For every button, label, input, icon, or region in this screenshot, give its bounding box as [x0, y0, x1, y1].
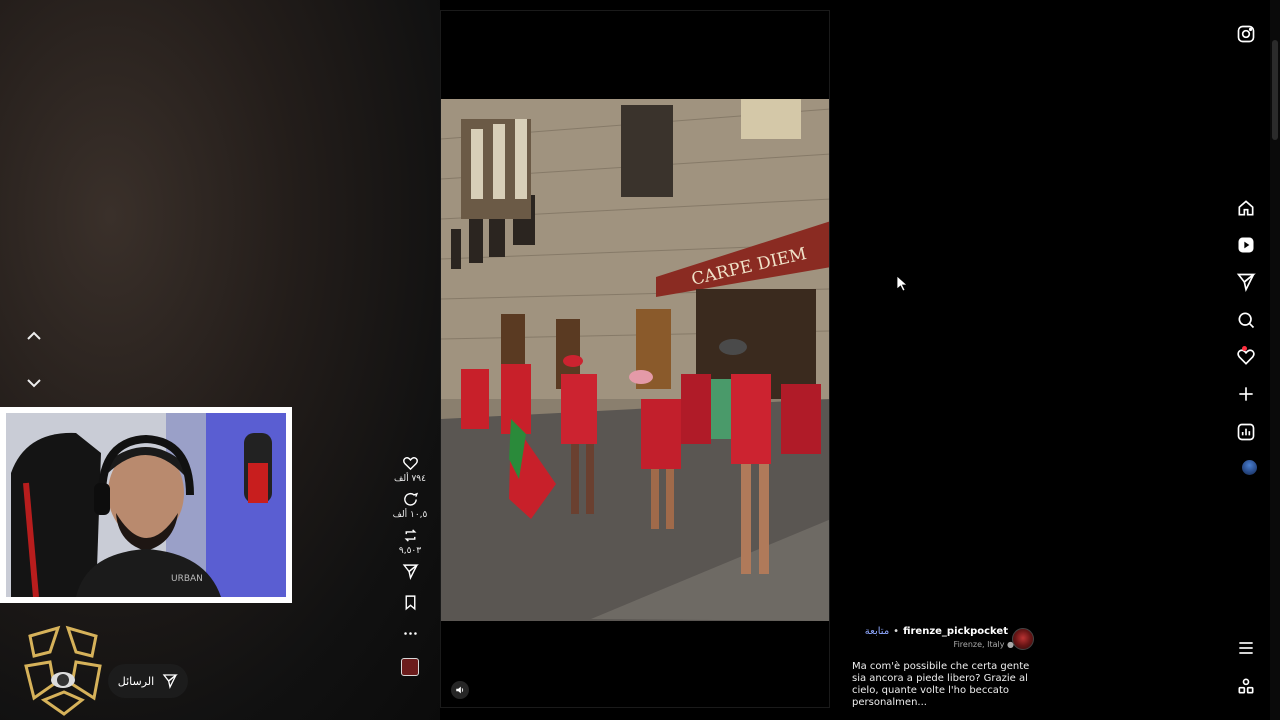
author-location[interactable]: Firenze, Italy ●	[852, 640, 1014, 649]
messages-button[interactable]: الرسائل	[108, 664, 188, 698]
left-backdrop	[0, 0, 440, 720]
audio-button[interactable]	[390, 658, 430, 676]
sidebar-item-messages[interactable]	[1236, 272, 1256, 292]
heart-icon	[402, 457, 418, 471]
streamer-illustration: URBAN	[6, 413, 286, 597]
video-frame: CARPE DIEM	[441, 99, 829, 621]
reel-video[interactable]: CARPE DIEM	[440, 10, 830, 708]
webcam-overlay: URBAN	[0, 407, 292, 603]
reel-actions: ٧٩٤ ألف ١٠,٥ ألف ٩,٥٠٣	[390, 455, 430, 683]
previous-reel-button[interactable]	[22, 324, 46, 348]
sidebar-item-notifications[interactable]	[1236, 346, 1256, 367]
street-scene: CARPE DIEM	[441, 99, 829, 621]
location-label: Firenze, Italy	[953, 640, 1005, 649]
instagram-icon	[1237, 25, 1255, 43]
menu-icon	[1239, 642, 1253, 654]
send-icon	[1236, 273, 1256, 292]
author-username[interactable]: firenze_pickpocket	[903, 626, 1008, 637]
scrollbar-thumb[interactable]	[1272, 40, 1278, 140]
save-button[interactable]	[390, 594, 430, 611]
send-icon	[402, 564, 419, 580]
sidebar-item-dashboard[interactable]	[1236, 422, 1256, 442]
like-count: ٧٩٤ ألف	[394, 474, 426, 484]
mute-button[interactable]	[451, 681, 469, 699]
page-scrollbar[interactable]	[1270, 0, 1280, 720]
ellipsis-icon	[403, 632, 417, 635]
notification-dot	[1242, 346, 1247, 351]
repost-button[interactable]: ٩,٥٠٣	[390, 527, 430, 556]
comment-icon	[403, 492, 418, 506]
right-sidebar	[1232, 0, 1260, 720]
caption-text[interactable]: Ma com'è possibile che certa gente sia a…	[852, 661, 1037, 709]
chevron-up-icon	[27, 331, 41, 340]
reel-caption: متابعة • firenze_pickpocket Firenze, Ita…	[852, 626, 1042, 709]
sidebar-item-also-from-meta[interactable]	[1236, 676, 1256, 696]
reels-icon	[1238, 237, 1254, 253]
search-icon	[1238, 312, 1255, 329]
comment-button[interactable]: ١٠,٥ ألف	[390, 491, 430, 520]
sidebar-item-search[interactable]	[1236, 310, 1256, 330]
speaker-icon	[456, 686, 464, 694]
webcam-feed: URBAN	[6, 413, 286, 597]
sidebar-item-home[interactable]	[1236, 198, 1256, 218]
sidebar-item-more[interactable]	[1236, 638, 1256, 658]
home-icon	[1238, 200, 1254, 216]
sidebar-item-create[interactable]	[1236, 384, 1256, 404]
chevron-down-icon	[27, 379, 41, 388]
svg-text:URBAN: URBAN	[171, 574, 203, 584]
follow-link[interactable]: متابعة	[865, 626, 889, 637]
sidebar-item-profile[interactable]	[1236, 460, 1257, 480]
audio-thumbnail	[401, 658, 419, 676]
repost-icon	[404, 529, 416, 542]
send-icon	[162, 674, 179, 689]
instagram-logo[interactable]	[1236, 24, 1256, 44]
author-avatar[interactable]	[1012, 628, 1034, 650]
brand-logo	[20, 622, 106, 716]
mouse-cursor-icon	[897, 276, 909, 292]
share-button[interactable]	[390, 563, 430, 580]
apps-icon	[1238, 678, 1254, 694]
repost-count: ٩,٥٠٣	[398, 546, 422, 556]
dashboard-icon	[1237, 423, 1255, 441]
bookmark-icon	[405, 595, 415, 611]
more-options-button[interactable]	[390, 625, 430, 642]
comment-count: ١٠,٥ ألف	[392, 510, 428, 520]
profile-avatar	[1242, 460, 1257, 475]
right-backdrop	[830, 0, 1280, 720]
sidebar-item-reels[interactable]	[1236, 235, 1256, 255]
next-reel-button[interactable]	[22, 371, 46, 395]
like-button[interactable]: ٧٩٤ ألف	[390, 455, 430, 484]
messages-label: الرسائل	[117, 674, 155, 688]
plus-icon	[1239, 387, 1253, 401]
separator-dot: •	[893, 626, 900, 637]
